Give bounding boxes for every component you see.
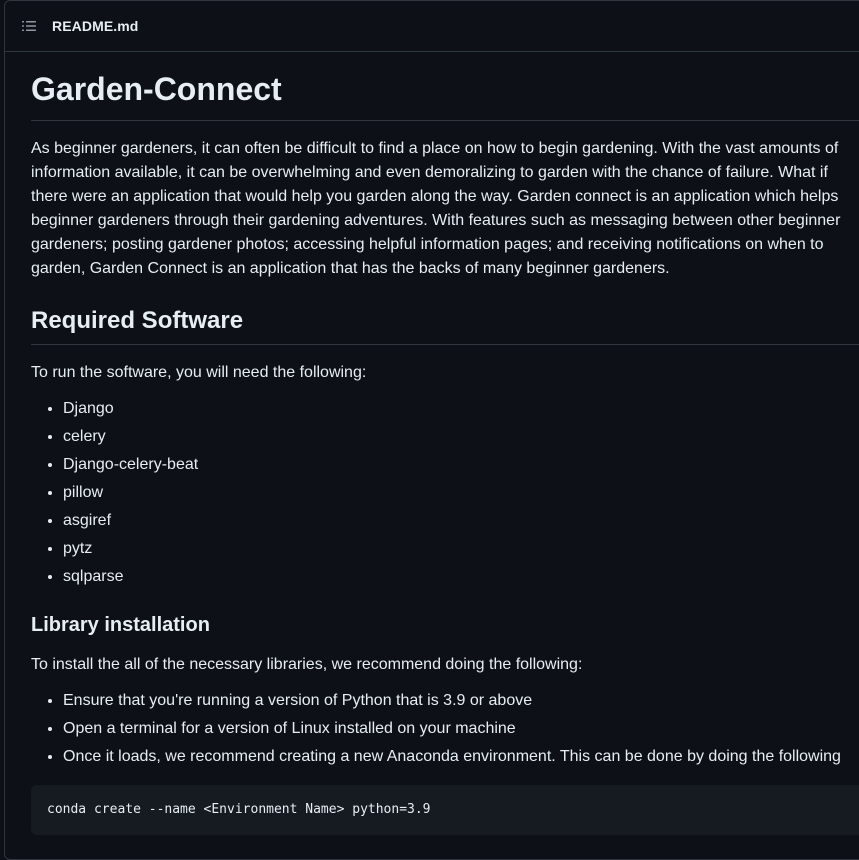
library-installation-heading: Library installation (31, 614, 210, 636)
file-name[interactable]: README.md (52, 18, 138, 34)
list-unordered-icon (22, 21, 36, 31)
list-item: Ensure that you're running a version of … (63, 689, 859, 713)
list-item: asgiref (63, 509, 859, 533)
list-item: Once it loads, we recommend creating a n… (63, 745, 859, 769)
intro-paragraph: As beginner gardeners, it can often be d… (31, 140, 841, 277)
required-software-lead: To run the software, you will need the f… (31, 364, 367, 381)
list-item: pytz (63, 537, 859, 561)
code-block[interactable]: conda create --name <Environment Name> p… (31, 785, 859, 835)
list-item: Django (63, 397, 859, 421)
list-item: pillow (63, 481, 859, 505)
required-software-list: Django celery Django-celery-beat pillow … (31, 397, 859, 589)
code-snippet[interactable]: conda create --name <Environment Name> p… (47, 798, 431, 822)
list-item: celery (63, 425, 859, 449)
list-item: sqlparse (63, 565, 859, 589)
library-installation-lead: To install the all of the necessary libr… (31, 656, 583, 673)
file-header: README.md (5, 1, 859, 52)
markdown-body: Garden-Connect As beginner gardeners, it… (31, 51, 859, 835)
list-item: Open a terminal for a version of Linux i… (63, 717, 859, 741)
list-item: Django-celery-beat (63, 453, 859, 477)
table-of-contents-button[interactable] (19, 16, 39, 36)
readme-title: Garden-Connect (31, 51, 859, 121)
required-software-heading: Required Software (31, 306, 859, 345)
library-installation-list: Ensure that you're running a version of … (31, 689, 859, 769)
